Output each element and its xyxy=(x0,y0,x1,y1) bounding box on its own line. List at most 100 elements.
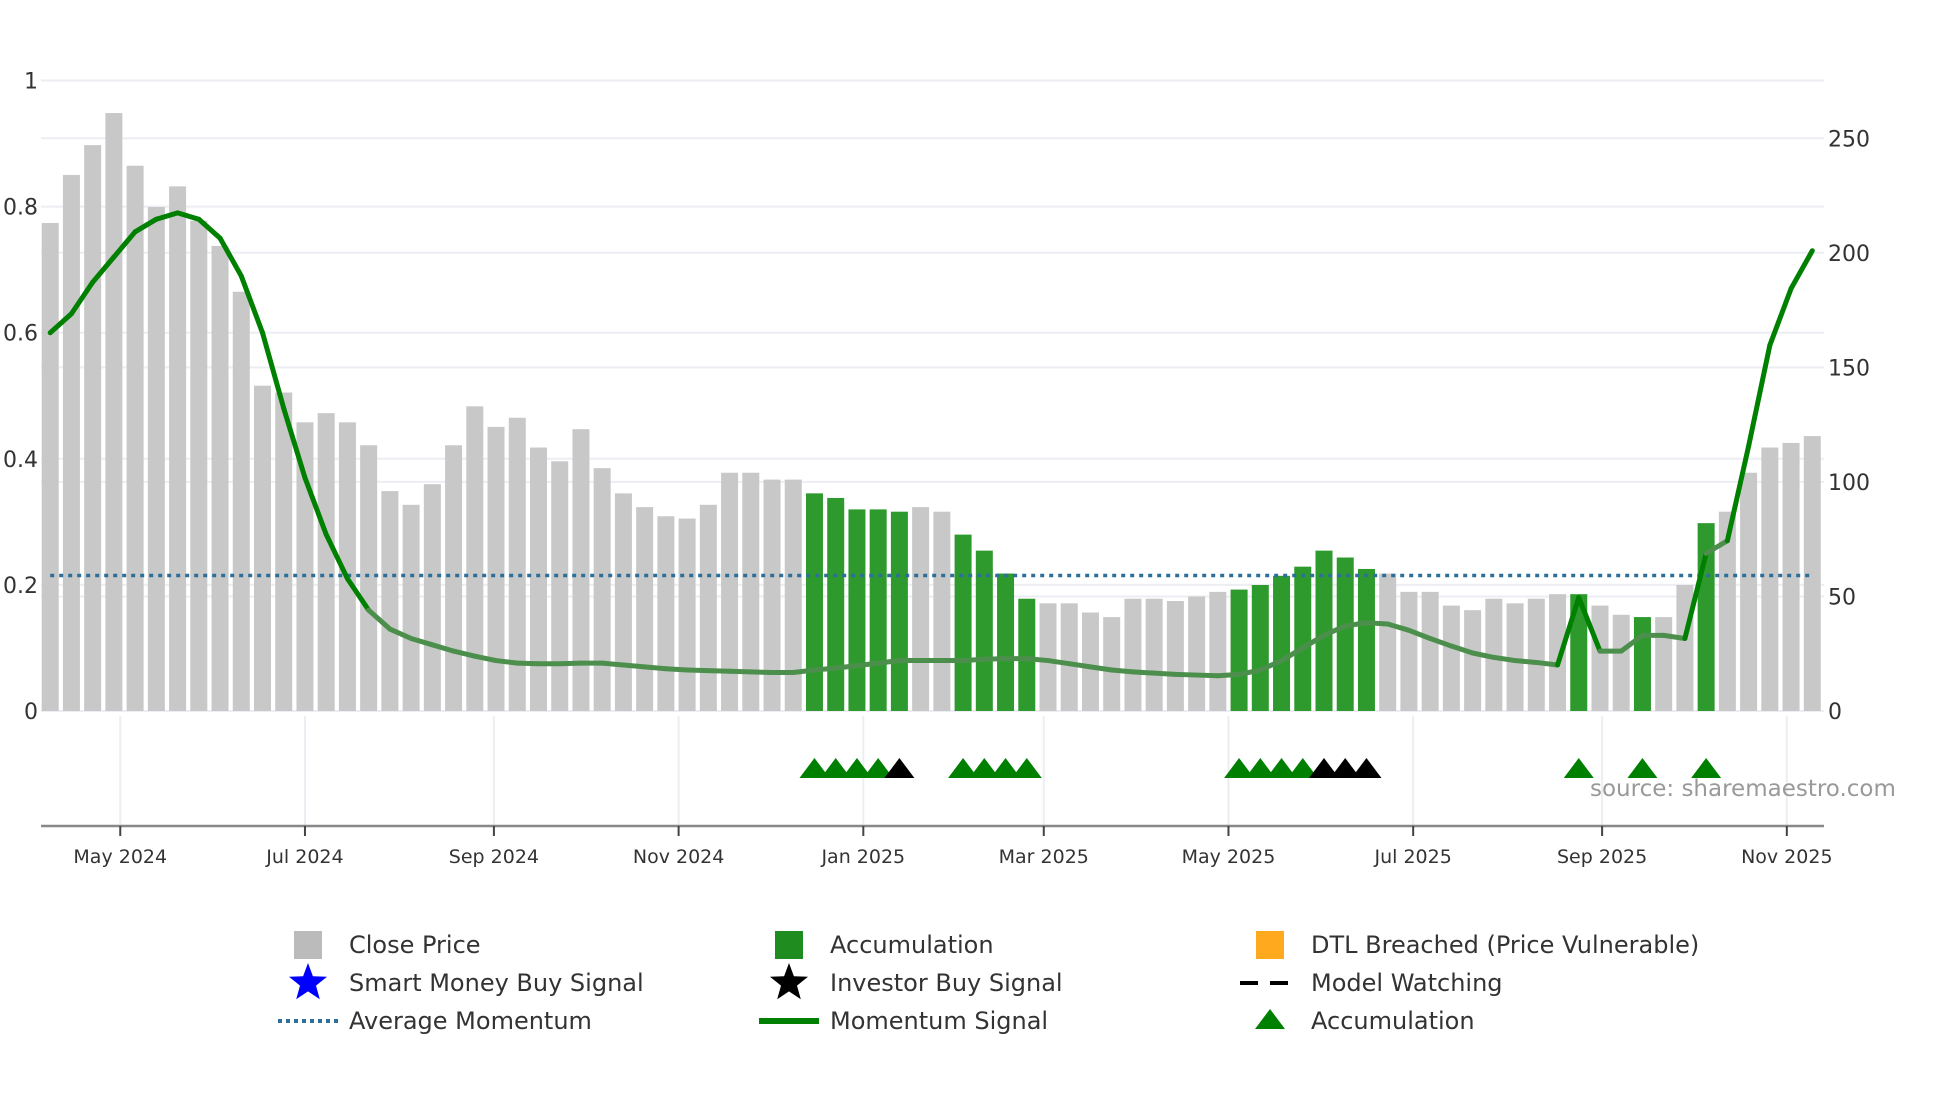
accumulation-bar xyxy=(869,509,887,711)
price-bar xyxy=(126,165,144,711)
momentum-segment xyxy=(960,656,987,664)
accumulation-bar xyxy=(1251,584,1269,711)
signal-markers xyxy=(799,758,1722,778)
price-bar xyxy=(551,461,569,711)
price-bar xyxy=(1740,472,1758,711)
legend: Close Price Accumulation DTL Breached (Pri… xyxy=(278,931,1699,1035)
price-bar xyxy=(360,445,378,711)
momentum-segment xyxy=(620,662,648,670)
price-bar xyxy=(317,413,335,711)
price-bar xyxy=(784,479,802,711)
price-bar xyxy=(1612,614,1630,711)
price-bar xyxy=(1464,610,1482,711)
price-bar xyxy=(381,491,399,711)
price-bar xyxy=(1591,605,1609,711)
price-bar xyxy=(1039,603,1057,711)
price-bar xyxy=(1188,596,1206,711)
price-bar xyxy=(1103,617,1121,711)
price-bar xyxy=(912,507,930,711)
price-bar xyxy=(232,291,250,711)
price-bar xyxy=(1421,591,1439,711)
right-tick-label: 50 xyxy=(1828,585,1856,610)
accumulation-bar xyxy=(805,493,823,711)
legend-label: Average Momentum xyxy=(349,1007,592,1035)
price-bar xyxy=(423,484,441,711)
legend-item: Average Momentum xyxy=(278,1007,592,1035)
right-tick-label: 200 xyxy=(1828,242,1870,267)
right-tick-label: 150 xyxy=(1828,356,1870,381)
momentum-signal-line xyxy=(47,210,1815,679)
x-tick-label: Nov 2025 xyxy=(1741,846,1832,868)
price-bar xyxy=(614,493,632,711)
x-tick-label: Sep 2025 xyxy=(1557,846,1647,868)
right-tick-label: 250 xyxy=(1828,127,1870,152)
accumulation-bar xyxy=(1018,598,1036,711)
left-tick-label: 0 xyxy=(24,700,38,725)
x-tick-label: Sep 2024 xyxy=(449,846,539,868)
price-bar xyxy=(721,472,739,711)
legend-label: Investor Buy Signal xyxy=(830,969,1063,997)
momentum-segment xyxy=(1661,632,1688,641)
momentum-segment xyxy=(1342,620,1369,629)
x-tick-label: May 2024 xyxy=(73,846,167,868)
price-bar xyxy=(147,206,165,712)
accumulation-bar xyxy=(997,573,1015,711)
price-bars xyxy=(41,113,1821,712)
price-bar xyxy=(487,426,505,711)
accumulation-bar xyxy=(954,534,972,711)
legend-star-icon xyxy=(770,963,808,1000)
price-bar xyxy=(699,504,717,711)
price-bar xyxy=(466,406,484,711)
accumulation-bar xyxy=(1336,557,1354,711)
price-bar xyxy=(1124,598,1142,711)
left-tick-label: 0.4 xyxy=(3,448,38,473)
momentum-segment xyxy=(642,664,669,672)
accumulation-triangle xyxy=(1563,758,1594,778)
momentum-segment xyxy=(684,667,711,674)
momentum-segment xyxy=(1767,286,1794,348)
momentum-segment xyxy=(1194,672,1221,679)
legend-label: Accumulation xyxy=(1311,1007,1475,1035)
momentum-segment xyxy=(811,665,839,673)
legend-label: Smart Money Buy Signal xyxy=(349,969,644,997)
legend-item: Model Watching xyxy=(1240,969,1503,997)
momentum-segment xyxy=(727,668,754,675)
x-tick-label: Jul 2025 xyxy=(1374,846,1452,868)
momentum-segment xyxy=(1087,664,1115,673)
momentum-segment xyxy=(790,667,817,676)
accumulation-bar xyxy=(890,511,908,711)
price-bar xyxy=(105,113,123,711)
momentum-segment xyxy=(833,663,860,671)
momentum-segment xyxy=(1491,654,1518,664)
momentum-segment xyxy=(1045,658,1072,667)
accumulation-triangle xyxy=(1691,758,1722,778)
price-bar xyxy=(529,447,547,711)
x-tick-label: Nov 2024 xyxy=(633,846,724,868)
momentum-segment xyxy=(1172,671,1200,678)
x-tick-label: May 2025 xyxy=(1182,846,1276,868)
price-bar xyxy=(1655,617,1673,711)
right-tick-label: 0 xyxy=(1828,700,1842,725)
legend-star-icon xyxy=(289,963,327,1000)
price-bar xyxy=(1081,612,1099,711)
x-tick-label: Mar 2025 xyxy=(999,846,1089,868)
accumulation-bar xyxy=(1273,575,1291,711)
price-bar xyxy=(508,417,526,711)
momentum-segment xyxy=(1788,248,1815,292)
momentum-segment xyxy=(1130,669,1157,676)
momentum-segment xyxy=(748,669,775,676)
accumulation-bar xyxy=(848,509,866,711)
price-bar xyxy=(402,504,420,711)
momentum-price-chart: 0 0.2 0.4 0.6 0.8 1 0 50 100 150 200 250 May 2024 Jul… xyxy=(3,70,1896,1036)
price-bar xyxy=(1145,598,1163,711)
accumulation-bar xyxy=(1633,617,1651,711)
price-bar xyxy=(763,479,781,711)
price-bar xyxy=(1527,598,1545,711)
price-bar xyxy=(1761,447,1779,711)
legend-item: Momentum Signal xyxy=(759,1007,1048,1035)
momentum-segment xyxy=(663,666,690,673)
price-bar xyxy=(1060,603,1078,711)
legend-item: DTL Breached (Price Vulnerable) xyxy=(1256,931,1699,959)
momentum-segment xyxy=(599,660,626,668)
legend-item: Smart Money Buy Signal xyxy=(289,963,644,1000)
